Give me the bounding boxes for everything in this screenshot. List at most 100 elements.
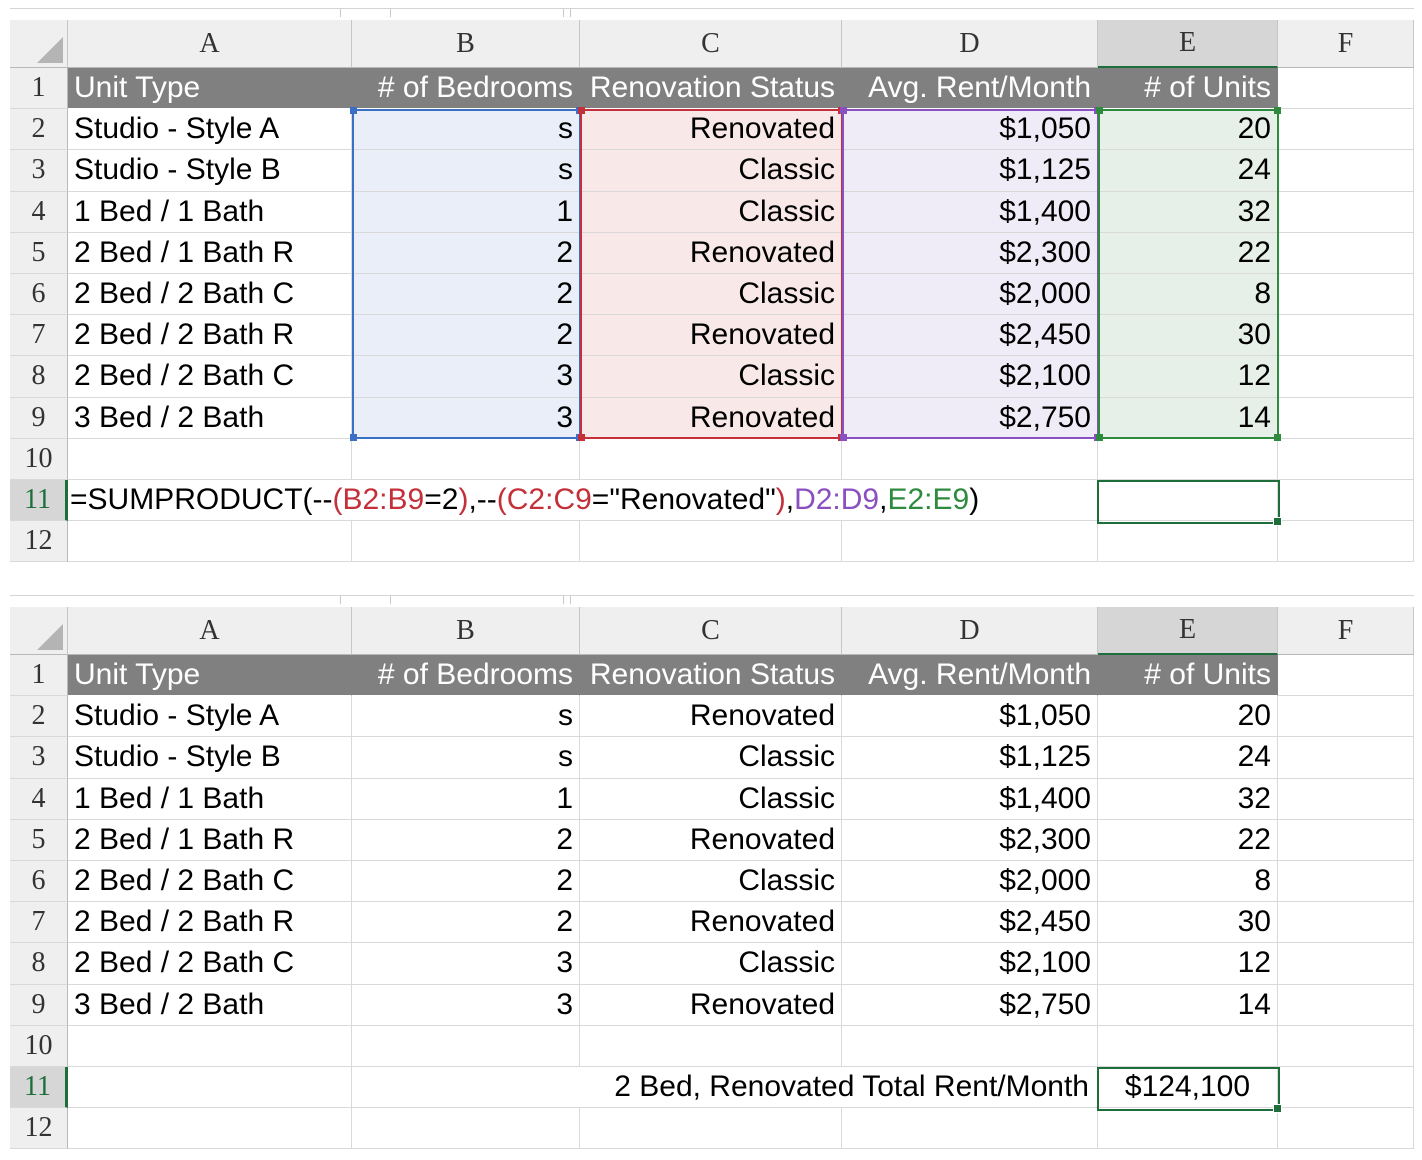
cell-bedrooms[interactable]: 3 (352, 356, 580, 398)
cell-unit-type[interactable]: Studio - Style B (68, 150, 352, 192)
column-header-c[interactable]: C (580, 607, 842, 655)
cell-b12[interactable] (352, 521, 580, 563)
cell-unit-type[interactable]: Studio - Style A (68, 696, 352, 738)
cell-bedrooms[interactable]: s (352, 109, 580, 151)
cell-d12[interactable] (842, 1108, 1098, 1150)
cell-units[interactable]: 32 (1098, 778, 1278, 820)
row-header-9[interactable]: 9 (10, 397, 68, 439)
header-cell-unit-type[interactable]: Unit Type (68, 655, 352, 697)
cell-bedrooms[interactable]: 2 (352, 232, 580, 274)
cell-renovation[interactable]: Classic (580, 150, 842, 192)
cell-rent[interactable]: $2,000 (842, 860, 1098, 903)
cell-rent[interactable]: $2,750 (842, 397, 1098, 439)
cell-d10[interactable] (842, 438, 1098, 480)
column-header-c[interactable]: C (580, 20, 842, 68)
column-header-b[interactable]: B (352, 20, 580, 68)
cell-bedrooms[interactable]: s (352, 696, 580, 738)
cell-unit-type[interactable]: Studio - Style A (68, 109, 352, 151)
column-header-a[interactable]: A (68, 20, 352, 68)
cell-bedrooms[interactable]: 2 (352, 315, 580, 357)
cell-f[interactable] (1278, 273, 1414, 316)
column-header-d[interactable]: D (842, 607, 1098, 655)
cell-b10[interactable] (352, 1025, 580, 1067)
cell-units[interactable]: 14 (1098, 397, 1278, 439)
cell-a12[interactable] (68, 521, 352, 563)
cell-f[interactable] (1278, 737, 1414, 779)
cell-unit-type[interactable]: 1 Bed / 1 Bath (68, 191, 352, 233)
cell-bedrooms[interactable]: 3 (352, 943, 580, 985)
row-header-6[interactable]: 6 (10, 273, 68, 316)
column-header-f[interactable]: F (1278, 607, 1414, 655)
cell-renovation[interactable]: Renovated (580, 315, 842, 357)
formula-entry-cell[interactable]: =SUMPRODUCT(-- (B2:B9 =2) ,-- (C2:C9 ="Renova… (68, 480, 979, 522)
cell-d10[interactable] (842, 1025, 1098, 1067)
cell-e12[interactable] (1098, 1108, 1278, 1150)
header-cell-units[interactable]: # of Units (1098, 655, 1278, 697)
cell-renovation[interactable]: Classic (580, 737, 842, 779)
header-cell-renovation[interactable]: Renovation Status (580, 655, 842, 697)
cell-bedrooms[interactable]: 1 (352, 191, 580, 233)
cell-renovation[interactable]: Classic (580, 778, 842, 820)
cell-renovation[interactable]: Classic (580, 860, 842, 903)
row-header-5[interactable]: 5 (10, 232, 68, 274)
cell-units[interactable]: 8 (1098, 273, 1278, 316)
row-header-9[interactable]: 9 (10, 984, 68, 1026)
cell-unit-type[interactable]: 2 Bed / 2 Bath R (68, 902, 352, 944)
cell-bedrooms[interactable]: 2 (352, 819, 580, 861)
header-cell-rent[interactable]: Avg. Rent/Month (842, 655, 1098, 697)
cell-units[interactable]: 22 (1098, 232, 1278, 274)
header-cell-bedrooms[interactable]: # of Bedrooms (352, 68, 580, 110)
column-header-e[interactable]: E (1098, 20, 1278, 68)
cell-units[interactable]: 20 (1098, 696, 1278, 738)
cell-rent[interactable]: $2,750 (842, 984, 1098, 1026)
cell-c10[interactable] (580, 438, 842, 480)
cell-units[interactable]: 24 (1098, 150, 1278, 192)
cell-units[interactable]: 30 (1098, 315, 1278, 357)
cell-units[interactable]: 8 (1098, 860, 1278, 903)
select-all-corner[interactable] (10, 20, 68, 68)
cell-units[interactable]: 12 (1098, 943, 1278, 985)
result-label[interactable]: 2 Bed, Renovated Total Rent/Month (580, 1066, 1098, 1109)
cell-units[interactable]: 32 (1098, 191, 1278, 233)
header-cell-unit-type[interactable]: Unit Type (68, 68, 352, 110)
cell-bedrooms[interactable]: 2 (352, 902, 580, 944)
cell-units[interactable]: 14 (1098, 984, 1278, 1026)
cell-rent[interactable]: $1,400 (842, 778, 1098, 820)
cell-f10[interactable] (1278, 1025, 1414, 1067)
cell-renovation[interactable]: Renovated (580, 397, 842, 439)
cell-f[interactable] (1278, 943, 1414, 985)
cell-renovation[interactable]: Renovated (580, 819, 842, 861)
cell-rent[interactable]: $1,125 (842, 150, 1098, 192)
cell-b10[interactable] (352, 438, 580, 480)
cell-rent[interactable]: $2,300 (842, 819, 1098, 861)
cell-f[interactable] (1278, 356, 1414, 398)
cell-rent[interactable]: $1,050 (842, 696, 1098, 738)
cell-unit-type[interactable]: Studio - Style B (68, 737, 352, 779)
cell-rent[interactable]: $2,450 (842, 902, 1098, 944)
row-header-8[interactable]: 8 (10, 943, 68, 985)
cell-unit-type[interactable]: 2 Bed / 2 Bath R (68, 315, 352, 357)
cell-rent[interactable]: $1,125 (842, 737, 1098, 779)
cell-renovation[interactable]: Classic (580, 273, 842, 316)
cell-unit-type[interactable]: 1 Bed / 1 Bath (68, 778, 352, 820)
cell-e12[interactable] (1098, 521, 1278, 563)
cell-units[interactable]: 12 (1098, 356, 1278, 398)
row-header-2[interactable]: 2 (10, 696, 68, 738)
header-cell-bedrooms[interactable]: # of Bedrooms (352, 655, 580, 697)
cell-renovation[interactable]: Classic (580, 356, 842, 398)
cell-renovation[interactable]: Classic (580, 943, 842, 985)
cell-rent[interactable]: $2,100 (842, 943, 1098, 985)
cell-f[interactable] (1278, 696, 1414, 738)
row-header-4[interactable]: 4 (10, 778, 68, 820)
cell-rent[interactable]: $1,400 (842, 191, 1098, 233)
cell-bedrooms[interactable]: 3 (352, 984, 580, 1026)
cell-c10[interactable] (580, 1025, 842, 1067)
row-header-10[interactable]: 10 (10, 438, 68, 480)
row-header-10[interactable]: 10 (10, 1025, 68, 1067)
cell-unit-type[interactable]: 2 Bed / 2 Bath C (68, 356, 352, 398)
row-header-3[interactable]: 3 (10, 737, 68, 779)
cell-b12[interactable] (352, 1108, 580, 1150)
cell-f[interactable] (1278, 778, 1414, 820)
result-value-cell[interactable]: $124,100 (1098, 1066, 1278, 1109)
cell-unit-type[interactable]: 2 Bed / 2 Bath C (68, 860, 352, 903)
